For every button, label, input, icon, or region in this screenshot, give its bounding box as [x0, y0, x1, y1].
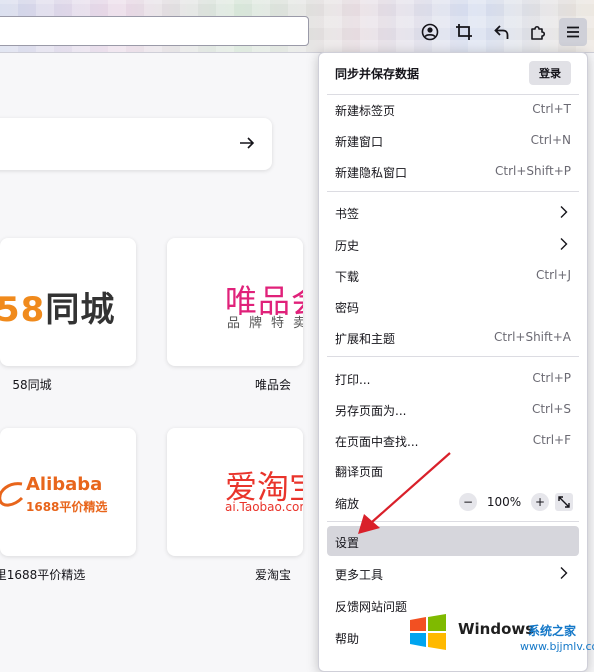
shortcut-tile-1688[interactable]: Alibaba 1688平价精选: [0, 428, 136, 556]
zoom-out-button[interactable]: −: [459, 493, 477, 511]
logo-58-number: 58: [0, 290, 46, 330]
account-icon: [421, 23, 439, 41]
alibaba-logo-sub: 1688平价精选: [26, 500, 108, 514]
menu-item-label: 扩展和主题: [335, 332, 396, 346]
menu-item-shortcut: Ctrl+J: [536, 268, 571, 282]
menu-item-label: 另存页面为...: [335, 404, 407, 418]
menu-item-label: 打印...: [335, 373, 371, 387]
logo-58-text: 同城: [45, 290, 116, 330]
zoom-level[interactable]: 100%: [483, 495, 525, 509]
browser-toolbar: [0, 0, 594, 53]
aitaobao-logo-sub: ai.Taobao.com: [225, 500, 303, 514]
login-button[interactable]: 登录: [529, 61, 571, 85]
menu-item-zoom: 缩放 − 100% +: [327, 487, 579, 517]
menu-item-label: 新建窗口: [335, 135, 384, 149]
menu-item-label: 新建隐私窗口: [335, 166, 408, 180]
menu-item-label: 在页面中查找...: [335, 435, 419, 449]
windows-logo-icon: [410, 614, 446, 650]
tile-label-1688: 里1688平价精选: [0, 568, 86, 582]
menu-item-shortcut: Ctrl+P: [532, 371, 571, 385]
menu-item-passwords[interactable]: 密码: [327, 291, 579, 321]
menu-item-downloads[interactable]: 下载 Ctrl+J: [327, 260, 579, 290]
chevron-right-icon: [560, 238, 568, 250]
menu-item-history[interactable]: 历史: [327, 229, 579, 259]
extensions-button[interactable]: [524, 18, 552, 46]
menu-item-label: 书签: [335, 207, 360, 221]
shortcut-tile-vip[interactable]: 唯品会 品牌特卖: [167, 238, 303, 366]
menu-item-shortcut: Ctrl+F: [532, 433, 571, 447]
menu-item-label: 缩放: [335, 497, 360, 511]
newtab-search-box[interactable]: [0, 118, 272, 170]
menu-separator: [327, 356, 579, 357]
menu-item-label: 翻译页面: [335, 465, 384, 479]
58tongcheng-logo: 58同城: [0, 282, 115, 331]
menu-item-print[interactable]: 打印... Ctrl+P: [327, 363, 579, 393]
menu-item-translate[interactable]: 翻译页面: [327, 455, 579, 485]
watermark-cn: 系统之家: [528, 624, 577, 638]
back-button[interactable]: [488, 18, 516, 46]
extensions-icon: [531, 25, 546, 40]
alibaba-swoosh-icon: [0, 482, 24, 507]
menu-item-label: 历史: [335, 239, 360, 253]
menu-item-label: 帮助: [335, 632, 360, 646]
alibaba-logo-text: Alibaba: [26, 474, 103, 495]
menu-item-new-window[interactable]: 新建窗口 Ctrl+N: [327, 125, 579, 155]
menu-item-bookmarks[interactable]: 书签: [327, 197, 579, 227]
watermark-brand: Windows: [458, 620, 535, 638]
sync-header: 同步并保存数据 登录: [319, 55, 587, 91]
app-menu-panel: 同步并保存数据 登录 新建标签页 Ctrl+T 新建窗口 Ctrl+N 新建隐私…: [318, 52, 588, 672]
menu-item-label: 新建标签页: [335, 104, 396, 118]
menu-item-label: 反馈网站问题: [335, 600, 408, 614]
watermark-url: www.bjjmlv.com: [520, 640, 594, 653]
screenshot-button[interactable]: [450, 18, 478, 46]
zoom-controls: − 100% +: [459, 491, 573, 513]
menu-item-shortcut: Ctrl+Shift+A: [494, 330, 571, 344]
vip-logo-sub: 品牌特卖: [227, 316, 303, 331]
screenshot-icon: [456, 24, 472, 40]
site-watermark: Windows 系统之家 www.bjjmlv.com: [402, 608, 594, 660]
menu-item-new-private-window[interactable]: 新建隐私窗口 Ctrl+Shift+P: [327, 156, 579, 186]
menu-separator: [327, 191, 579, 192]
fullscreen-button[interactable]: [555, 493, 573, 511]
shortcut-tile-58tongcheng[interactable]: 58同城: [0, 238, 136, 366]
menu-item-settings[interactable]: 设置: [327, 526, 579, 556]
chevron-right-icon: [560, 567, 568, 579]
menu-item-addons-themes[interactable]: 扩展和主题 Ctrl+Shift+A: [327, 322, 579, 352]
menu-item-shortcut: Ctrl+S: [531, 402, 571, 416]
menu-separator: [327, 521, 579, 522]
zoom-in-button[interactable]: +: [531, 493, 549, 511]
menu-item-shortcut: Ctrl+N: [530, 133, 571, 147]
menu-item-label: 更多工具: [335, 568, 384, 582]
alibaba-logo: Alibaba 1688平价精选: [0, 472, 136, 522]
fullscreen-icon: [558, 496, 570, 508]
menu-item-label: 设置: [335, 536, 360, 550]
app-menu-button[interactable]: [559, 18, 587, 46]
back-arrow-icon: [494, 25, 509, 39]
arrow-right-icon[interactable]: [238, 134, 256, 152]
menu-item-more-tools[interactable]: 更多工具: [327, 558, 579, 588]
menu-item-label: 下载: [335, 270, 360, 284]
chevron-right-icon: [560, 206, 568, 218]
menu-item-find-in-page[interactable]: 在页面中查找... Ctrl+F: [327, 425, 579, 455]
account-button[interactable]: [416, 18, 444, 46]
address-bar[interactable]: [0, 16, 309, 46]
menu-item-save-page[interactable]: 另存页面为... Ctrl+S: [327, 394, 579, 424]
sync-title: 同步并保存数据: [335, 67, 420, 81]
menu-icon: [567, 26, 579, 38]
menu-item-shortcut: Ctrl+Shift+P: [495, 164, 571, 178]
menu-item-label: 密码: [335, 301, 360, 315]
menu-item-new-tab[interactable]: 新建标签页 Ctrl+T: [327, 94, 579, 124]
tile-label-58tongcheng: 58同城: [12, 378, 52, 392]
menu-item-shortcut: Ctrl+T: [532, 102, 571, 116]
shortcut-tile-aitaobao[interactable]: 爱淘宝 ai.Taobao.com: [167, 428, 303, 556]
